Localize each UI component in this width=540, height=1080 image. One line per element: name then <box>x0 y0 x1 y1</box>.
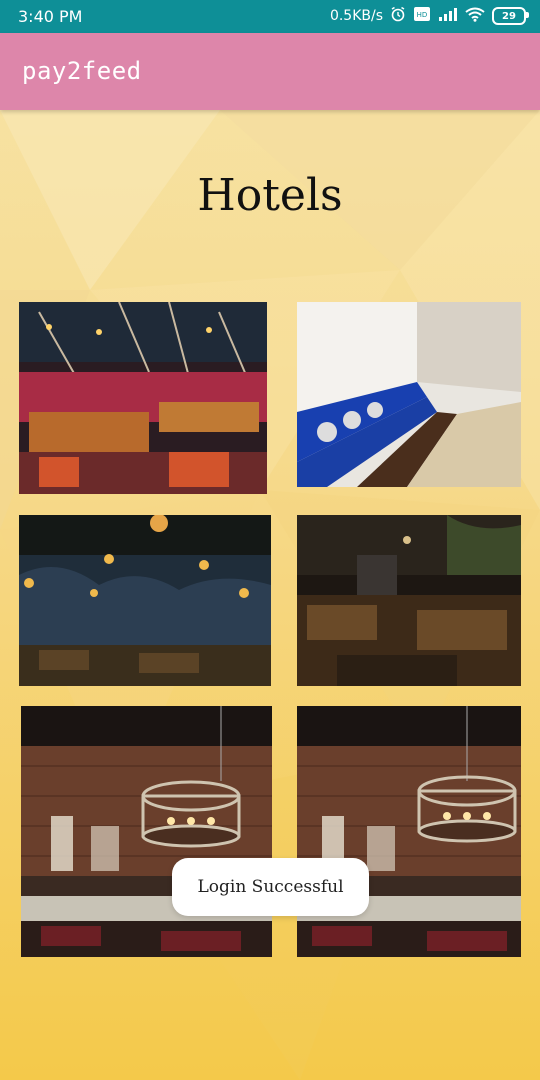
hotel-image-1 <box>19 302 267 494</box>
volte-icon: HD <box>413 6 431 26</box>
battery-icon: 29 <box>492 7 529 25</box>
hotel-image-2 <box>297 302 521 487</box>
hotel-card-5[interactable] <box>21 706 272 957</box>
hotel-card-3[interactable] <box>19 515 271 686</box>
battery-level: 29 <box>502 10 516 22</box>
svg-text:HD: HD <box>417 11 428 19</box>
toast-message: Login Successful <box>172 858 369 916</box>
hotel-card-2[interactable] <box>297 302 521 487</box>
hotel-image-4 <box>297 515 521 686</box>
app-bar: pay2feed <box>0 33 540 110</box>
app-title: pay2feed <box>22 57 142 85</box>
page-title: Hotels <box>197 170 343 221</box>
hotel-card-4[interactable] <box>297 515 521 686</box>
hotel-card-1[interactable] <box>19 302 267 494</box>
hotel-card-6[interactable] <box>297 706 521 957</box>
status-time: 3:40 PM <box>18 7 83 26</box>
hotel-image-3 <box>19 515 271 686</box>
hotel-image-5 <box>21 706 272 957</box>
network-speed: 0.5KB/s <box>329 8 383 24</box>
hotel-image-6 <box>297 706 521 957</box>
signal-icon <box>438 7 458 25</box>
alarm-icon <box>390 6 406 26</box>
status-bar: 3:40 PM 0.5KB/s HD 29 <box>0 0 540 33</box>
wifi-icon <box>465 7 485 26</box>
